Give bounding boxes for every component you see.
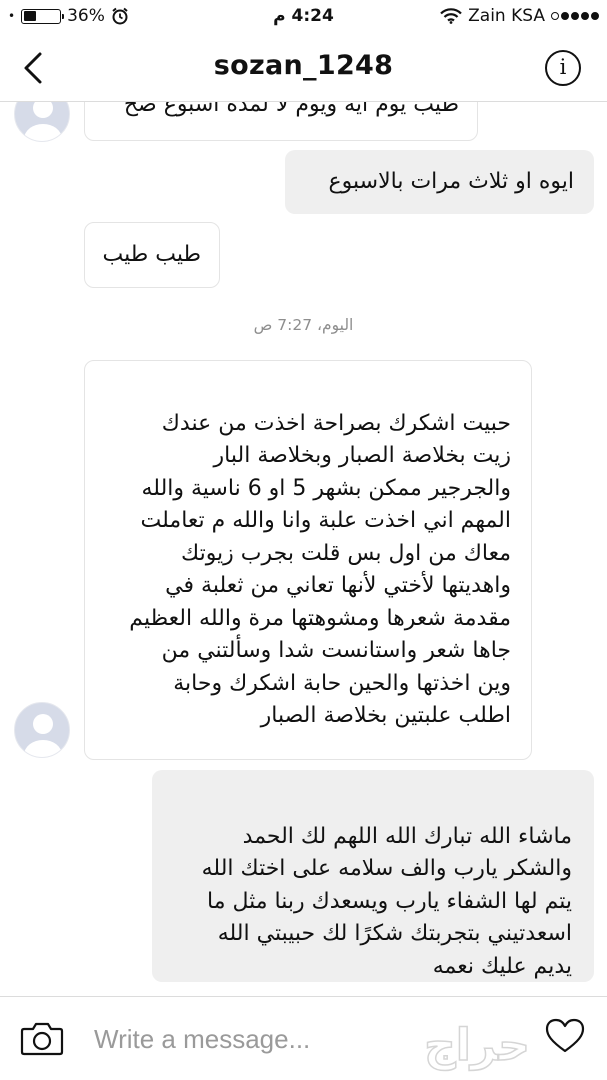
avatar[interactable] [14,702,70,758]
message-timestamp: اليوم، 7:27 ص [253,316,354,334]
conversation-title[interactable]: sozan_1248 [0,50,607,81]
message-list[interactable]: طيب يوم ايه ويوم لا لمده اسبوع صح ايوه ا… [0,102,607,996]
message-text: ماشاء الله تبارك الله اللهم لك الحمد وال… [201,823,572,979]
message-bubble-outgoing[interactable]: ماشاء الله تبارك الله اللهم لك الحمد وال… [152,770,594,982]
heart-icon[interactable] [545,1017,585,1055]
message-text: ايوه او ثلاث مرات بالاسبوع [328,169,574,194]
message-bubble-incoming[interactable]: حبيت اشكرك بصراحة اخذت من عندك زيت بخلاص… [84,360,532,760]
message-text: طيب يوم ايه ويوم لا لمده اسبوع صح [123,102,459,117]
message-text: حبيت اشكرك بصراحة اخذت من عندك زيت بخلاص… [129,410,511,729]
message-bubble-outgoing[interactable]: ايوه او ثلاث مرات بالاسبوع [285,150,594,214]
cell-signal-icon [551,12,599,20]
camera-icon[interactable] [20,1019,64,1057]
avatar[interactable] [14,102,70,142]
status-right: Zain KSA [440,6,599,26]
message-composer: حراج [0,996,607,1080]
message-input[interactable] [94,1021,514,1057]
message-bubble-incoming[interactable]: طيب طيب [84,222,220,288]
carrier-name: Zain KSA [468,6,545,26]
wifi-icon [440,8,462,24]
status-bar: • 36% 4:24 م Zain KSA [0,0,607,34]
info-icon[interactable]: i [545,50,581,86]
message-text: طيب طيب [102,242,202,267]
message-bubble-incoming[interactable]: طيب يوم ايه ويوم لا لمده اسبوع صح [84,102,478,141]
conversation-header: sozan_1248 i [0,34,607,102]
